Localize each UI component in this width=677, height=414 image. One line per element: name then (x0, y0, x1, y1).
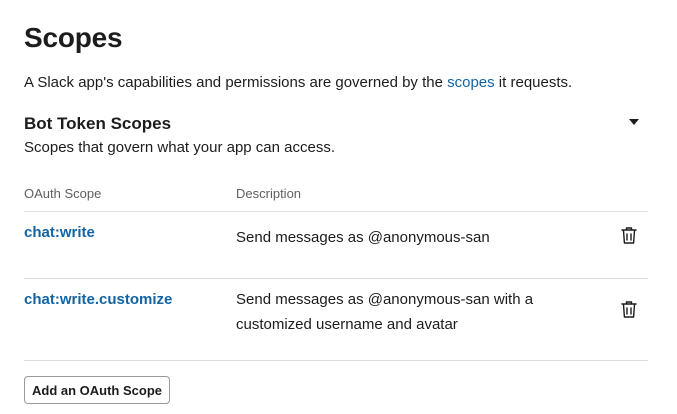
table-divider (24, 360, 648, 361)
add-oauth-scope-button[interactable]: Add an OAuth Scope (24, 376, 170, 404)
scope-name[interactable]: chat:write (24, 224, 95, 241)
column-header-oauth-scope: OAuth Scope (24, 186, 102, 201)
trash-icon[interactable] (620, 226, 638, 246)
intro-text: A Slack app's capabilities and permissio… (24, 74, 572, 91)
section-title: Bot Token Scopes (24, 114, 172, 133)
section-subtitle: Scopes that govern what your app can acc… (24, 139, 336, 156)
scope-description: Send messages as @anonymous-san (236, 229, 490, 246)
trash-icon[interactable] (620, 300, 638, 320)
page-title: Scopes (24, 22, 123, 53)
intro-text-end: it requests. (494, 74, 573, 91)
caret-down-icon[interactable] (629, 119, 639, 125)
scope-name[interactable]: chat:write.customize (24, 291, 172, 308)
intro-text-start: A Slack app's capabilities and permissio… (24, 74, 448, 91)
table-divider (24, 211, 648, 212)
scopes-page: Scopes A Slack app's capabilities and pe… (0, 0, 677, 414)
scope-description: Send messages as @anonymous-san with a c… (236, 291, 534, 333)
column-header-description: Description (236, 186, 302, 201)
scopes-link[interactable]: scopes (447, 74, 495, 91)
table-divider (24, 278, 648, 279)
